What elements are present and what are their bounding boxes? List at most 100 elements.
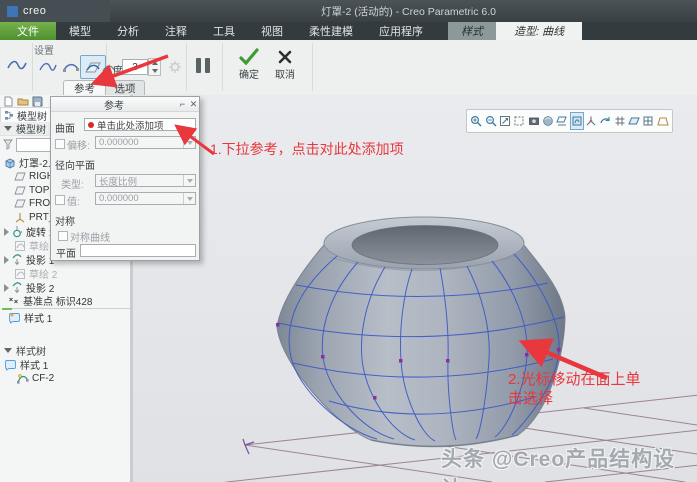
capture-icon[interactable] <box>526 112 540 130</box>
plane-field[interactable] <box>80 244 196 257</box>
tab-view[interactable]: 视图 <box>248 22 296 40</box>
orient-mode-icon[interactable] <box>598 112 612 130</box>
x-icon <box>278 50 292 64</box>
ok-label: 确定 <box>239 70 259 81</box>
cancel-button[interactable]: 取消 <box>268 48 302 81</box>
sketch-icon <box>15 240 25 251</box>
refit-icon[interactable] <box>498 112 512 130</box>
display-style-icon[interactable] <box>541 112 555 130</box>
grid-icon[interactable] <box>613 112 627 130</box>
datum-point-icon <box>9 297 18 303</box>
value-label: 值: <box>67 197 80 208</box>
subtab-options[interactable]: 选项 <box>105 80 145 96</box>
spin-center-icon[interactable] <box>584 112 598 130</box>
value-dropdown-icon <box>183 193 195 204</box>
filter-funnel-icon[interactable] <box>3 139 13 150</box>
perspective-icon[interactable] <box>656 112 670 130</box>
reference-panel: 参考 ⌐ ✕ 曲面 单击此处添加项 偏移: 0.000000 径向平面 类型: … <box>50 96 200 261</box>
degree-spinner[interactable] <box>148 58 161 76</box>
save-icon[interactable] <box>32 96 43 107</box>
expand-arrow-icon[interactable] <box>4 227 9 236</box>
tree-row-datum-point[interactable]: 基准点 标识428 <box>8 294 92 308</box>
offset-field: 0.000000 <box>95 136 196 149</box>
viewport-toolbar <box>466 109 673 133</box>
tab-applications[interactable]: 应用程序 <box>366 22 436 40</box>
symmetric-curve-label: 对称曲线 <box>70 233 110 244</box>
datum-display-icon[interactable] <box>555 112 569 130</box>
watermark: 头条 @Creo产品结构设计 <box>441 448 676 482</box>
value-checkbox <box>55 195 65 205</box>
style-feature-icon <box>9 312 20 324</box>
surface-collector-field[interactable]: 单击此处添加项 <box>84 118 196 132</box>
style-tree-header[interactable]: 样式树 <box>0 343 133 358</box>
vase-opening <box>351 225 499 265</box>
curve-tool-icon[interactable] <box>4 53 30 77</box>
datum-plane-icon <box>14 186 26 195</box>
dock-panel-icon[interactable]: ⌐ <box>177 99 188 109</box>
zoom-in-icon[interactable] <box>469 112 483 130</box>
tree-row-revolve[interactable]: 旋转 1 <box>4 225 54 239</box>
project-icon <box>12 281 22 293</box>
symmetric-curve-checkbox <box>58 231 68 241</box>
type-label: 类型: <box>61 180 84 191</box>
subtab-reference[interactable]: 参考 <box>63 80 106 96</box>
plane-display-icon[interactable] <box>627 112 641 130</box>
open-folder-icon[interactable] <box>17 96 29 107</box>
type-field: 长度比例 <box>95 174 196 188</box>
offset-dropdown-icon <box>183 137 195 148</box>
tab-flexible-modeling[interactable]: 柔性建模 <box>296 22 366 40</box>
ribbon: 设置 度 3 确定 取消 参考 选项 <box>0 40 697 96</box>
repaint-icon[interactable] <box>569 112 584 130</box>
tab-analysis[interactable]: 分析 <box>104 22 152 40</box>
csys-display-icon[interactable] <box>641 112 655 130</box>
sketch-icon <box>15 268 25 279</box>
tab-annotate[interactable]: 注释 <box>152 22 200 40</box>
tree-row-project1[interactable]: 投影 1 <box>4 253 54 267</box>
title-bar: creo 灯罩-2 (活动的) - Creo Parametric 6.0 <box>0 0 697 22</box>
tree-row-style-feature[interactable]: 样式 1 <box>8 311 52 325</box>
spin-down-icon[interactable] <box>151 69 158 73</box>
revolve-icon <box>13 225 22 237</box>
tab-file[interactable]: 文件 <box>0 22 56 40</box>
zoom-out-icon[interactable] <box>483 112 497 130</box>
surface-label: 曲面 <box>55 124 75 135</box>
tab-styling-curve-active[interactable]: 造型: 曲线 <box>496 22 583 40</box>
tree-insert-locator <box>2 308 130 310</box>
vase-3d-model <box>276 216 566 448</box>
reference-panel-header[interactable]: 参考 ⌐ ✕ <box>51 97 199 112</box>
gear-icon <box>162 55 188 79</box>
datum-plane-icon <box>14 199 26 208</box>
model-tree-header-label: 模型树 <box>16 125 46 136</box>
style-feature-icon <box>5 359 16 371</box>
new-file-icon[interactable] <box>3 96 14 107</box>
tree-row-sketch2[interactable]: 草绘 2 <box>14 267 57 281</box>
tab-style[interactable]: 样式 <box>448 22 496 40</box>
tab-tools[interactable]: 工具 <box>200 22 248 40</box>
symmetry-section-label: 对称 <box>55 217 75 228</box>
expand-arrow-icon[interactable] <box>4 255 9 264</box>
creo-window: creo 灯罩-2 (活动的) - Creo Parametric 6.0 文件… <box>0 0 697 482</box>
project-icon <box>12 253 22 265</box>
expand-arrow-icon[interactable] <box>4 283 9 292</box>
cancel-label: 取消 <box>275 70 295 81</box>
datum-plane-icon <box>14 172 26 181</box>
pause-icon[interactable] <box>196 58 210 73</box>
value-field: 0.000000 <box>95 192 196 205</box>
surface-collector-text: 单击此处添加项 <box>97 120 164 132</box>
spin-up-icon[interactable] <box>151 61 158 65</box>
degree-value-box[interactable]: 3 <box>122 59 148 75</box>
csys-icon <box>15 212 25 222</box>
offset-label: 偏移: <box>67 141 90 152</box>
tree-row-top-plane[interactable]: TOP <box>14 184 49 197</box>
style-tree-row-cf2[interactable]: CF-2 <box>16 372 54 385</box>
add-item-bullet <box>88 121 94 128</box>
zoom-region-icon[interactable] <box>512 112 526 130</box>
plane-label: 平面 <box>56 249 76 260</box>
ok-button[interactable]: 确定 <box>232 48 266 81</box>
style-tree-row-style1[interactable]: 样式 1 <box>4 358 48 372</box>
tab-model[interactable]: 模型 <box>56 22 104 40</box>
annotation-note-2: 2.光标移动在面上单 击选择 <box>508 371 641 407</box>
collapse-icon <box>4 126 12 131</box>
part-icon <box>5 157 15 169</box>
close-panel-icon[interactable]: ✕ <box>188 99 199 109</box>
